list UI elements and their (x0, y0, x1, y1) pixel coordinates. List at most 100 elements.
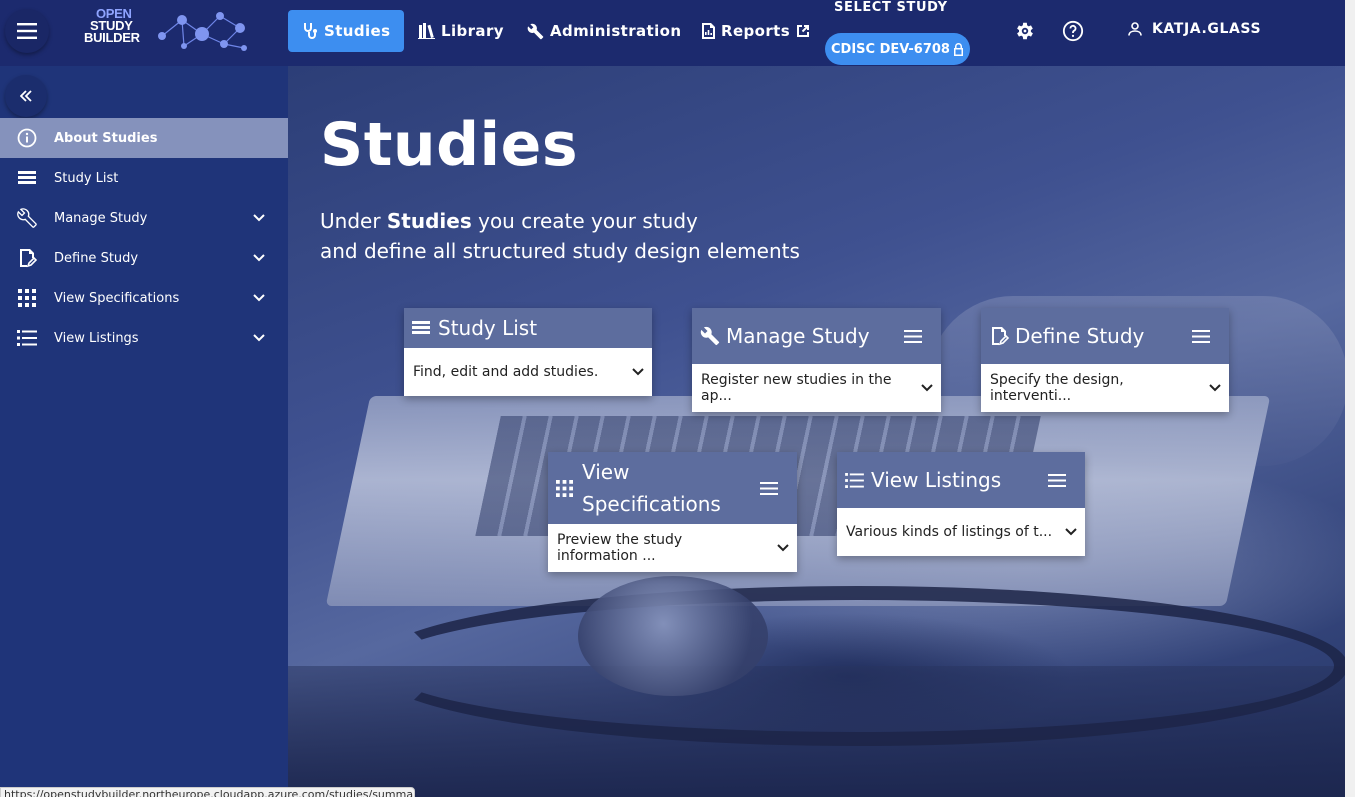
background-photo-stethoscope-tube (368, 586, 1345, 746)
card-menu-button[interactable] (1181, 329, 1221, 343)
sidebar-item-label: Define Study (54, 250, 139, 266)
sidebar-item-view-listings[interactable]: View Listings (0, 318, 288, 358)
card-header: Define Study (981, 308, 1229, 364)
card-title: Study List (438, 316, 538, 340)
subtitle-bold: Studies (386, 209, 472, 233)
grid-icon (556, 479, 573, 497)
list-icon (18, 171, 36, 184)
menu-button[interactable] (5, 9, 49, 53)
double-chevron-left-icon (20, 90, 32, 102)
card-manage-study[interactable]: Manage Study Register new studies in the… (692, 308, 941, 412)
sidebar-item-view-specifications[interactable]: View Specifications (0, 278, 288, 318)
edit-note-icon (992, 327, 1009, 346)
sidebar-item-label: View Specifications (54, 290, 180, 306)
hamburger-icon (17, 23, 37, 39)
person-icon (1128, 22, 1142, 36)
wrench-icon (17, 208, 37, 228)
card-study-list[interactable]: Study List Find, edit and add studies. (404, 308, 652, 396)
nav-studies-label: Studies (324, 22, 391, 40)
chevron-down-icon (1209, 384, 1221, 392)
sidebar-item-define-study[interactable]: Define Study (0, 238, 288, 278)
card-define-study[interactable]: Define Study Specify the design, interve… (981, 308, 1229, 412)
list-icon (412, 321, 430, 334)
help-circle-icon (1062, 20, 1084, 42)
edit-note-icon (20, 249, 37, 268)
background-photo-stethoscope-bell (578, 576, 768, 696)
settings-button[interactable] (1012, 18, 1038, 44)
wrench-icon (527, 23, 544, 39)
nav-reports[interactable]: Reports (688, 10, 824, 52)
help-button[interactable] (1060, 18, 1086, 44)
card-header: Study List (404, 308, 652, 348)
browser-status-url: https://openstudybuilder.northeurope.clo… (0, 787, 415, 797)
card-menu-button[interactable] (893, 329, 933, 343)
select-study-label: SELECT STUDY (834, 0, 948, 15)
grid-icon (18, 289, 36, 307)
subtitle-text: you create your study (471, 209, 698, 233)
sidebar-item-manage-study[interactable]: Manage Study (0, 198, 288, 238)
user-name: KATJA.GLASS (1152, 21, 1262, 37)
chevron-down-icon (253, 254, 265, 262)
logo-wordmark: OPEN STUDY BUILDER (84, 6, 140, 45)
chevron-down-icon (253, 214, 265, 222)
card-description[interactable]: Register new studies in the ap... (692, 364, 941, 412)
collapse-sidebar-button[interactable] (5, 75, 47, 117)
nav-reports-label: Reports (721, 22, 791, 40)
sidebar-item-about-studies[interactable]: About Studies (0, 118, 288, 158)
card-description[interactable]: Find, edit and add studies. (404, 348, 652, 396)
sidebar-item-study-list[interactable]: Study List (0, 158, 288, 198)
chevron-down-icon (777, 544, 789, 552)
lock-icon (953, 42, 963, 56)
nav-library-label: Library (441, 22, 504, 40)
open-study-builder-logo[interactable]: OPEN STUDY BUILDER (80, 6, 255, 56)
sidebar-item-label: View Listings (54, 330, 139, 346)
card-description-text: Various kinds of listings of t... (846, 524, 1053, 540)
sidebar: About Studies Study List Manage Study De… (0, 66, 288, 797)
card-description-text: Find, edit and add studies. (413, 364, 599, 380)
card-description-text: Preview the study information ... (557, 532, 683, 564)
card-menu-button[interactable] (749, 481, 789, 495)
nav-studies[interactable]: Studies (288, 10, 405, 52)
chevron-down-icon (253, 334, 265, 342)
card-view-listings[interactable]: View Listings Various kinds of listings … (837, 452, 1085, 556)
card-header: View Listings (837, 452, 1085, 508)
card-title: View Listings (871, 468, 1002, 492)
bullet-list-icon (17, 330, 37, 346)
card-title: Manage Study (726, 324, 870, 348)
card-header: View Specifications (548, 452, 797, 524)
card-description[interactable]: Specify the design, interventi... (981, 364, 1229, 412)
bullet-list-icon (845, 472, 864, 488)
chevron-down-icon (1065, 528, 1077, 536)
card-description[interactable]: Preview the study information ... (548, 524, 797, 572)
hamburger-icon (1192, 329, 1210, 343)
chevron-down-icon (632, 368, 644, 376)
info-icon (17, 128, 37, 148)
nav-administration-label: Administration (550, 22, 682, 40)
card-description-text: Register new studies in the ap... (701, 372, 892, 404)
hamburger-icon (1048, 473, 1066, 487)
chevron-down-icon (253, 294, 265, 302)
nav-library[interactable]: Library (404, 10, 518, 52)
page-subtitle: Under Studies you create your study and … (320, 206, 800, 266)
nav-administration[interactable]: Administration (513, 10, 695, 52)
user-menu[interactable]: KATJA.GLASS (1128, 21, 1261, 37)
card-title: Define Study (1015, 324, 1145, 348)
subtitle-text: Under (320, 209, 387, 233)
card-menu-button[interactable] (1037, 473, 1077, 487)
window-scrollbar[interactable] (1345, 0, 1355, 797)
report-icon (702, 23, 715, 39)
sidebar-item-label: Study List (54, 170, 119, 186)
hamburger-icon (904, 329, 922, 343)
card-description-text: Specify the design, interventi... (990, 372, 1124, 404)
top-app-bar: OPEN STUDY BUILDER Studies Library Admin… (0, 0, 1345, 66)
card-header: Manage Study (692, 308, 941, 364)
main-content: Studies Under Studies you create your st… (288, 66, 1345, 797)
sidebar-item-label: About Studies (54, 130, 158, 146)
card-view-specifications[interactable]: View Specifications Preview the study in… (548, 452, 797, 572)
card-title: View Specifications (582, 460, 721, 516)
hamburger-icon (760, 481, 778, 495)
page-title: Studies (320, 110, 579, 180)
selected-study-name: CDISC DEV-6708 (831, 41, 950, 57)
card-description[interactable]: Various kinds of listings of t... (837, 508, 1085, 556)
selected-study-chip[interactable]: CDISC DEV-6708 (825, 33, 970, 65)
